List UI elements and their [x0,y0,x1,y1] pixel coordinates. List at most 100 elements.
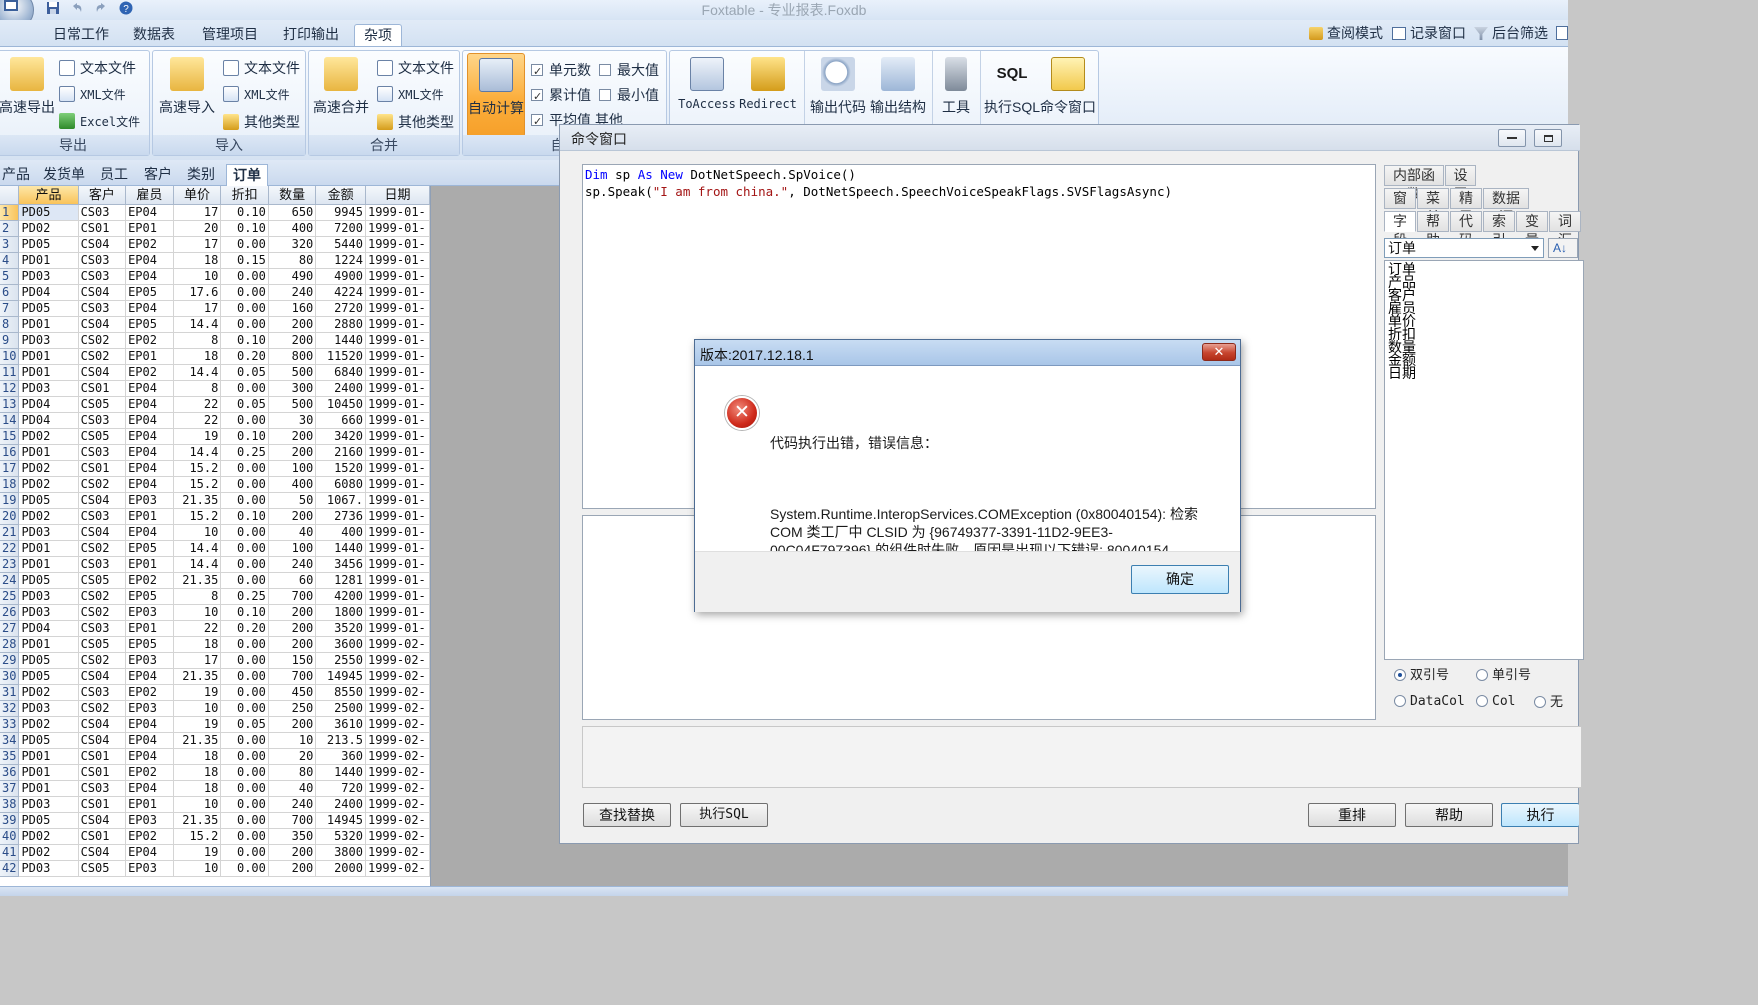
table-cell[interactable]: EP04 [125,844,174,861]
table-cell[interactable]: 3520 [315,620,366,637]
table-cell[interactable]: 0.10 [220,428,269,445]
table-cell[interactable]: 0.00 [220,524,269,541]
table-cell[interactable]: 3610 [315,716,366,733]
table-cell[interactable]: 0.00 [220,700,269,717]
column-header[interactable]: 数量 [268,186,317,205]
table-cell[interactable]: CS04 [78,492,127,509]
table-cell[interactable]: 0.10 [220,332,269,349]
tab-index[interactable]: 索引 [1483,211,1515,248]
table-cell[interactable]: 1999-02- [365,716,430,733]
table-cell[interactable]: 3456 [315,556,366,573]
table-cell[interactable]: 14.4 [173,364,222,381]
tab-misc[interactable]: 杂项 [354,24,402,46]
row-number[interactable]: 6 [0,284,20,301]
table-cell[interactable]: 0.00 [220,316,269,333]
table-cell[interactable]: 1999-01- [365,428,430,445]
table-cell[interactable]: CS03 [78,412,127,429]
to-access-button[interactable]: ToAccess [672,53,742,133]
table-cell[interactable]: 14.4 [173,316,222,333]
row-number[interactable]: 27 [0,620,20,637]
table-cell[interactable]: EP01 [125,220,174,237]
table-row[interactable]: 14 PD04 CS03 EP04 22 0.00 30 660 1999-01- [0,412,430,429]
table-cell[interactable]: 14.4 [173,556,222,573]
table-cell[interactable]: EP04 [125,444,174,461]
tab-menu[interactable]: 菜单 [1417,188,1449,225]
tab-variables[interactable]: 变量 [1516,211,1548,248]
command-window-titlebar[interactable]: 命令窗口 [560,125,1580,151]
table-cell[interactable]: 720 [315,780,366,797]
table-cell[interactable]: 1999-01- [365,220,430,237]
table-cell[interactable]: PD01 [18,348,79,365]
tab-fields[interactable]: 字段 [1384,211,1416,248]
table-cell[interactable]: 18 [173,764,222,781]
table-cell[interactable]: 0.00 [220,860,269,877]
table-cell[interactable]: PD05 [18,236,79,253]
table-cell[interactable]: 10 [173,860,222,877]
redirect-button[interactable]: Redirect [736,53,800,133]
table-cell[interactable]: 40 [268,780,317,797]
table-cell[interactable]: 1520 [315,460,366,477]
table-cell[interactable]: 0.00 [220,732,269,749]
field-list-item[interactable]: 日期 [1385,366,1583,380]
table-cell[interactable]: EP02 [125,572,174,589]
table-cell[interactable]: 14945 [315,668,366,685]
table-cell[interactable]: 0.00 [220,684,269,701]
find-replace-button[interactable]: 查找替换 [583,803,671,827]
table-cell[interactable]: 0.00 [220,476,269,493]
table-cell[interactable]: CS01 [78,796,127,813]
sheet-tab-customers[interactable]: 客户 [138,164,178,186]
table-cell[interactable]: CS03 [78,620,127,637]
table-cell[interactable]: 0.05 [220,396,269,413]
row-number[interactable]: 38 [0,796,20,813]
table-cell[interactable]: EP02 [125,364,174,381]
table-row[interactable]: 19 PD05 CS04 EP03 21.35 0.00 50 1067. 1999-01- [0,492,430,509]
table-cell[interactable]: 0.00 [220,652,269,669]
sheet-tab-employees[interactable]: 员工 [94,164,134,186]
table-row[interactable]: 8 PD01 CS04 EP05 14.4 0.00 200 2880 1999-01- [0,316,430,333]
table-cell[interactable]: 450 [268,684,317,701]
table-cell[interactable]: CS01 [78,764,127,781]
table-cell[interactable]: EP05 [125,316,174,333]
table-cell[interactable]: 1440 [315,332,366,349]
table-cell[interactable]: 1999-01- [365,620,430,637]
row-number[interactable]: 7 [0,300,20,317]
table-cell[interactable]: 17 [173,204,222,221]
row-number[interactable]: 37 [0,780,20,797]
help-button[interactable]: 帮助 [1405,803,1493,827]
table-cell[interactable]: CS02 [78,332,127,349]
table-row[interactable]: 3 PD05 CS04 EP02 17 0.00 320 5440 1999-01- [0,236,430,253]
table-cell[interactable]: 1999-01- [365,444,430,461]
table-cell[interactable]: 10 [173,796,222,813]
table-cell[interactable]: 1999-02- [365,684,430,701]
table-cell[interactable]: 1999-01- [365,572,430,589]
table-cell[interactable]: 200 [268,316,317,333]
import-xml-file-button[interactable]: XML文件 [223,84,290,106]
row-number[interactable]: 29 [0,652,20,669]
table-row[interactable]: 2 PD02 CS01 EP01 20 0.10 400 7200 1999-01- [0,220,430,237]
table-cell[interactable]: 0.00 [220,268,269,285]
max-value-checkbox[interactable]: 最大值 [599,59,659,81]
table-cell[interactable]: 15.2 [173,460,222,477]
table-cell[interactable]: 200 [268,604,317,621]
table-cell[interactable]: PD01 [18,364,79,381]
table-cell[interactable]: 160 [268,300,317,317]
table-cell[interactable]: EP01 [125,620,174,637]
table-cell[interactable]: EP04 [125,524,174,541]
table-cell[interactable]: CS04 [78,732,127,749]
table-cell[interactable]: EP03 [125,812,174,829]
table-cell[interactable]: 400 [268,220,317,237]
exec-sql-button[interactable]: 执行SQL [680,803,768,827]
table-cell[interactable]: EP01 [125,348,174,365]
table-cell[interactable]: 21.35 [173,732,222,749]
row-number[interactable]: 39 [0,812,20,829]
sheet-tab-categories[interactable]: 类别 [181,164,221,186]
table-cell[interactable]: 7200 [315,220,366,237]
export-text-file-button[interactable]: 文本文件 [59,57,136,79]
table-cell[interactable]: PD05 [18,812,79,829]
max-value-check[interactable] [599,64,611,76]
table-row[interactable]: 27 PD04 CS03 EP01 22 0.20 200 3520 1999-01- [0,620,430,637]
row-number[interactable]: 32 [0,700,20,717]
fast-merge-button[interactable]: 高速合并 [313,53,369,133]
row-number[interactable]: 10 [0,348,20,365]
table-cell[interactable]: 2736 [315,508,366,525]
